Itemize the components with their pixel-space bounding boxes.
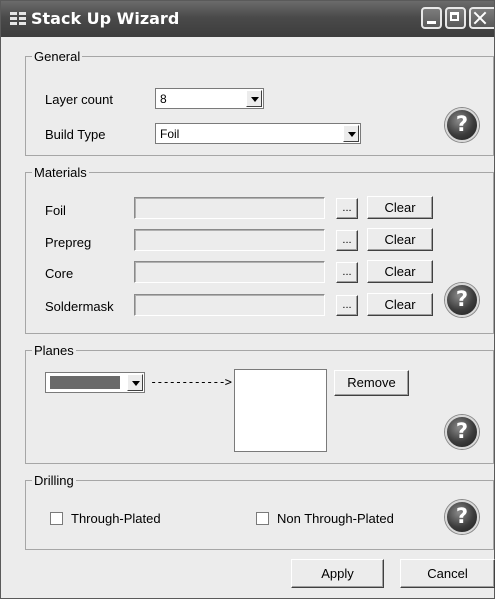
material-foil-label: Foil: [45, 203, 66, 218]
plane-color-swatch: [50, 376, 120, 389]
material-core-label: Core: [45, 266, 74, 281]
stack-up-wizard-window: Stack Up Wizard General Layer count 8 Bu…: [0, 0, 495, 599]
material-prepreg-browse-button[interactable]: ...: [336, 230, 358, 251]
window-title: Stack Up Wizard: [31, 9, 180, 28]
remove-plane-button[interactable]: Remove: [334, 370, 409, 396]
planes-legend: Planes: [34, 343, 74, 358]
non-through-plated-label[interactable]: Non Through-Plated: [277, 511, 394, 526]
material-soldermask-clear-button[interactable]: Clear: [367, 293, 433, 316]
materials-help-icon[interactable]: ?: [445, 283, 479, 317]
apply-button[interactable]: Apply: [291, 559, 384, 588]
layer-count-value: 8: [160, 92, 167, 106]
close-button[interactable]: [469, 7, 494, 29]
material-soldermask-browse-button[interactable]: ...: [336, 295, 358, 316]
material-core-clear-button[interactable]: Clear: [367, 260, 433, 283]
material-prepreg-field[interactable]: [134, 229, 325, 251]
maximize-button[interactable]: [445, 7, 466, 29]
build-type-dropdown[interactable]: Foil: [155, 123, 361, 144]
material-prepreg-label: Prepreg: [45, 235, 92, 250]
minimize-button[interactable]: [421, 7, 442, 29]
cancel-button[interactable]: Cancel: [400, 559, 495, 588]
material-prepreg-clear-button[interactable]: Clear: [367, 228, 433, 251]
title-bar[interactable]: Stack Up Wizard: [1, 1, 494, 37]
help-glyph: ?: [455, 504, 469, 528]
help-glyph: ?: [455, 287, 469, 311]
materials-legend: Materials: [34, 165, 87, 180]
wizard-app-icon: [10, 11, 26, 27]
general-help-icon[interactable]: ?: [445, 108, 479, 142]
material-foil-field[interactable]: [134, 197, 325, 219]
through-plated-checkbox[interactable]: [50, 512, 63, 525]
help-glyph: ?: [455, 112, 469, 136]
build-type-label: Build Type: [45, 127, 106, 142]
through-plated-label[interactable]: Through-Plated: [71, 511, 161, 526]
plane-color-dropdown[interactable]: [45, 372, 145, 393]
planes-listbox[interactable]: [234, 369, 327, 452]
layer-count-dropdown[interactable]: 8: [155, 88, 264, 109]
material-foil-clear-button[interactable]: Clear: [367, 196, 433, 219]
drilling-legend: Drilling: [34, 473, 74, 488]
layer-count-label: Layer count: [45, 92, 113, 107]
planes-help-icon[interactable]: ?: [445, 415, 479, 449]
help-glyph: ?: [455, 419, 469, 443]
material-core-field[interactable]: [134, 261, 325, 283]
general-legend: General: [34, 49, 81, 64]
chevron-down-icon[interactable]: [343, 125, 359, 142]
material-soldermask-label: Soldermask: [45, 299, 114, 314]
material-foil-browse-button[interactable]: ...: [336, 198, 358, 219]
non-through-plated-checkbox[interactable]: [256, 512, 269, 525]
chevron-down-icon[interactable]: [246, 90, 262, 107]
build-type-value: Foil: [160, 127, 180, 141]
chevron-down-icon[interactable]: [127, 374, 143, 391]
material-core-browse-button[interactable]: ...: [336, 262, 358, 283]
material-soldermask-field[interactable]: [134, 294, 325, 316]
drilling-help-icon[interactable]: ?: [445, 500, 479, 534]
plane-arrow: ------------>: [150, 375, 232, 389]
